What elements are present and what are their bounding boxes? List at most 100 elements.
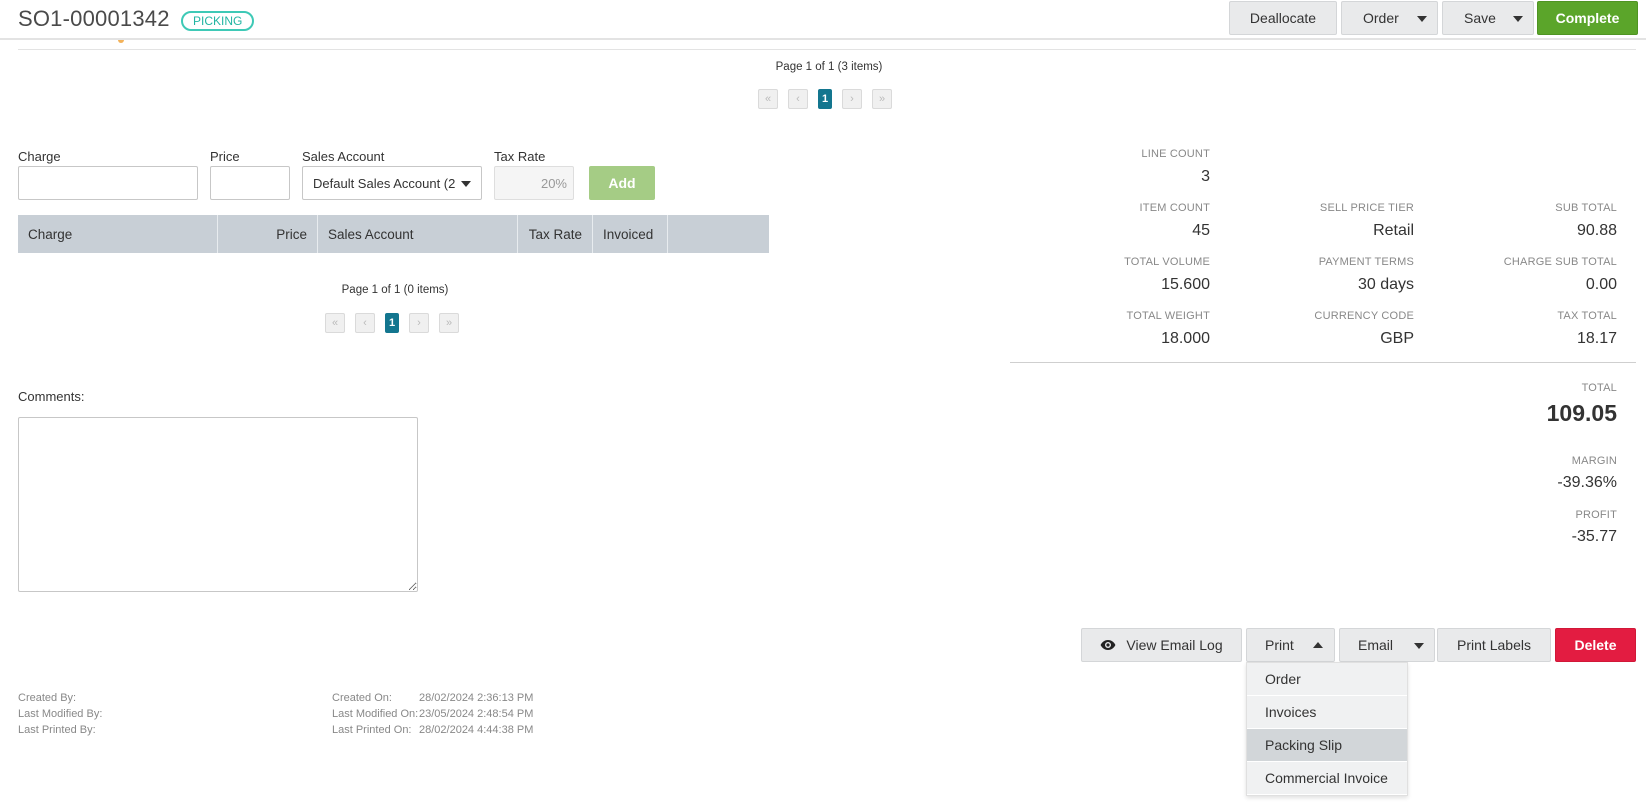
- prev-page-button[interactable]: ‹: [788, 89, 808, 109]
- print-menu-item-order[interactable]: Order: [1247, 663, 1407, 696]
- view-email-log-button[interactable]: View Email Log: [1081, 628, 1242, 662]
- next-page-button[interactable]: ›: [842, 89, 862, 109]
- last-page-button[interactable]: »: [439, 313, 459, 333]
- column-header-price[interactable]: Price: [218, 215, 318, 253]
- order-button[interactable]: Order: [1341, 1, 1438, 35]
- complete-label: Complete: [1555, 10, 1620, 26]
- current-page-button[interactable]: 1: [385, 313, 399, 333]
- lines-pager-text: Page 1 of 1 (3 items): [775, 61, 883, 73]
- column-header-charge[interactable]: Charge: [18, 215, 218, 253]
- charge-sub-total-value: 0.00: [1585, 276, 1617, 293]
- currency-code-value: GBP: [1380, 330, 1414, 347]
- lines-pager: « ‹ 1 › »: [758, 89, 892, 109]
- order-label: Order: [1363, 10, 1399, 26]
- current-page-button[interactable]: 1: [818, 89, 832, 109]
- column-header-sales-account[interactable]: Sales Account: [318, 215, 518, 253]
- chevron-down-icon: [461, 181, 471, 187]
- first-page-button[interactable]: «: [758, 89, 778, 109]
- summary-divider: [1010, 362, 1636, 363]
- decorative-mark: [118, 40, 124, 43]
- charge-input[interactable]: [18, 166, 198, 200]
- created-by-label: Created By:: [18, 692, 77, 704]
- email-button[interactable]: Email: [1339, 628, 1435, 662]
- chevron-up-icon: [1313, 642, 1323, 648]
- print-menu-item-commercial-invoice[interactable]: Commercial Invoice: [1247, 762, 1407, 795]
- delete-button[interactable]: Delete: [1555, 628, 1636, 662]
- sales-account-label: Sales Account: [302, 149, 385, 164]
- chevron-down-icon: [1414, 643, 1424, 649]
- created-on-label: Created On:: [332, 692, 392, 704]
- last-modified-on-value: 23/05/2024 2:48:54 PM: [419, 708, 534, 720]
- column-header-actions: [668, 215, 769, 253]
- add-charge-button[interactable]: Add: [589, 166, 655, 200]
- sales-account-selected: Default Sales Account (2: [313, 175, 455, 191]
- first-page-button[interactable]: «: [325, 313, 345, 333]
- total-value: 109.05: [1546, 400, 1617, 426]
- print-label: Print: [1265, 637, 1294, 653]
- total-volume-value: 15.600: [1161, 276, 1210, 293]
- tax-rate-field: 20%: [494, 166, 574, 200]
- print-labels-label: Print Labels: [1457, 637, 1531, 653]
- sell-price-tier-value: Retail: [1373, 222, 1414, 239]
- charges-pager: « ‹ 1 › »: [325, 313, 459, 333]
- margin-label: MARGIN: [1571, 455, 1617, 467]
- comments-label: Comments:: [18, 389, 85, 404]
- tax-rate-label: Tax Rate: [494, 149, 546, 164]
- meta-labels-right: Created On: Last Modified On: Last Print…: [332, 690, 418, 738]
- print-menu-item-packing-slip[interactable]: Packing Slip: [1247, 729, 1407, 762]
- sell-price-tier-label: SELL PRICE TIER: [1319, 202, 1414, 214]
- currency-code-label: CURRENCY CODE: [1314, 310, 1414, 322]
- line-count-label: LINE COUNT: [1141, 148, 1210, 160]
- created-on-value: 28/02/2024 2:36:13 PM: [419, 692, 534, 704]
- prev-page-button[interactable]: ‹: [355, 313, 375, 333]
- view-email-log-label: View Email Log: [1126, 637, 1223, 653]
- last-printed-by-label: Last Printed By:: [18, 724, 96, 736]
- item-count-label: ITEM COUNT: [1139, 202, 1210, 214]
- total-volume-label: TOTAL VOLUME: [1124, 256, 1210, 268]
- last-modified-on-label: Last Modified On:: [332, 708, 419, 720]
- tax-total-label: TAX TOTAL: [1557, 310, 1617, 322]
- payment-terms-value: 30 days: [1357, 276, 1414, 293]
- chevron-down-icon: [1513, 16, 1523, 22]
- save-button[interactable]: Save: [1442, 1, 1534, 35]
- total-weight-value: 18.000: [1161, 330, 1210, 347]
- print-button[interactable]: Print: [1246, 628, 1335, 662]
- charge-sub-total-label: CHARGE SUB TOTAL: [1503, 256, 1617, 268]
- print-labels-button[interactable]: Print Labels: [1437, 628, 1551, 662]
- sales-account-select[interactable]: Default Sales Account (2: [302, 166, 482, 200]
- order-number: SO1-00001342: [18, 6, 170, 31]
- meta-labels-left: Created By: Last Modified By: Last Print…: [18, 690, 102, 738]
- meta-values-right: 28/02/2024 2:36:13 PM 23/05/2024 2:48:54…: [419, 690, 533, 738]
- save-label: Save: [1464, 10, 1496, 26]
- next-page-button[interactable]: ›: [409, 313, 429, 333]
- last-modified-by-label: Last Modified By:: [18, 708, 103, 720]
- status-badge: PICKING: [181, 11, 255, 31]
- charges-table-header: Charge Price Sales Account Tax Rate Invo…: [18, 215, 769, 253]
- column-header-tax-rate[interactable]: Tax Rate: [518, 215, 593, 253]
- deallocate-button[interactable]: Deallocate: [1229, 1, 1337, 35]
- comments-textarea[interactable]: [18, 417, 418, 592]
- price-input[interactable]: [210, 166, 290, 200]
- tax-total-value: 18.17: [1576, 330, 1617, 347]
- payment-terms-label: PAYMENT TERMS: [1318, 256, 1414, 268]
- last-page-button[interactable]: »: [872, 89, 892, 109]
- last-printed-on-label: Last Printed On:: [332, 724, 412, 736]
- sub-total-label: SUB TOTAL: [1555, 202, 1617, 214]
- section-divider: [18, 49, 1636, 50]
- email-label: Email: [1358, 637, 1394, 653]
- margin-value: -39.36%: [1557, 474, 1617, 491]
- item-count-value: 45: [1192, 222, 1210, 239]
- complete-button[interactable]: Complete: [1537, 1, 1638, 35]
- eye-icon: [1100, 640, 1116, 650]
- print-menu-item-invoices[interactable]: Invoices: [1247, 696, 1407, 729]
- print-dropdown-menu: Order Invoices Packing Slip Commercial I…: [1246, 662, 1408, 796]
- profit-value: -35.77: [1571, 528, 1617, 545]
- line-count-value: 3: [1201, 168, 1210, 185]
- price-label: Price: [210, 149, 240, 164]
- total-label: TOTAL: [1581, 382, 1617, 394]
- column-header-invoiced[interactable]: Invoiced: [593, 215, 668, 253]
- page-header: SO1-00001342 PICKING Deallocate Order Sa…: [0, 0, 1646, 40]
- chevron-down-icon: [1417, 16, 1427, 22]
- delete-label: Delete: [1574, 637, 1617, 653]
- total-weight-label: TOTAL WEIGHT: [1126, 310, 1210, 322]
